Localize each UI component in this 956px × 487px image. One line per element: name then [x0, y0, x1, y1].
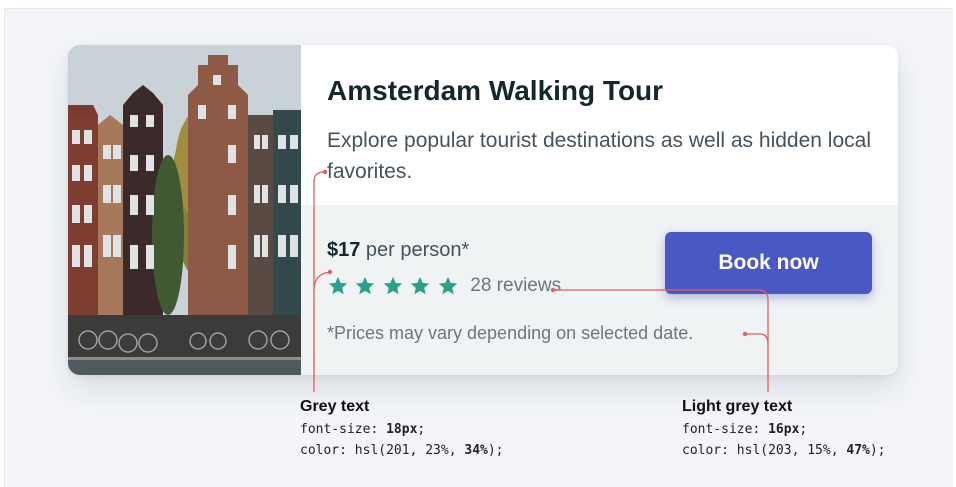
tour-photo	[68, 45, 301, 375]
star-icon	[383, 276, 403, 295]
annotation-title: Grey text	[300, 398, 370, 415]
star-icon	[328, 276, 348, 295]
tour-title: Amsterdam Walking Tour	[327, 75, 664, 106]
reviews-count[interactable]: 28 reviews	[470, 275, 561, 297]
annotation-font-size: font-size: 18px;	[300, 422, 426, 437]
price-disclaimer: *Prices may vary depending on selected d…	[327, 323, 694, 343]
annotation-grey-text: Grey text font-size: 18px; color: hsl(20…	[300, 398, 504, 458]
price-amount: $17	[327, 239, 361, 261]
rating: 28 reviews	[327, 275, 561, 301]
annotation-color: color: hsl(201, 23%, 34%);	[300, 443, 504, 458]
book-now-button[interactable]: Book now	[665, 232, 872, 294]
annotation-color: color: hsl(203, 15%, 47%);	[682, 443, 886, 458]
card-header-section: Amsterdam Walking Tour Explore popular t…	[301, 45, 898, 205]
star-icon	[438, 276, 457, 295]
tour-card: Amsterdam Walking Tour Explore popular t…	[68, 45, 898, 375]
star-icon	[411, 276, 430, 295]
card-content: Amsterdam Walking Tour Explore popular t…	[301, 45, 898, 375]
price-suffix: per person*	[360, 239, 470, 261]
annotation-font-size: font-size: 16px;	[682, 422, 808, 437]
price: $17 per person*	[327, 239, 469, 262]
tour-description: Explore popular tourist destinations as …	[327, 129, 871, 183]
card-booking-section: $17 per person* 28 reviews *Prices may v…	[301, 205, 898, 375]
annotation-title: Light grey text	[682, 398, 793, 415]
annotation-light-grey-text: Light grey text font-size: 16px; color: …	[682, 398, 886, 458]
star-icon	[356, 276, 375, 295]
